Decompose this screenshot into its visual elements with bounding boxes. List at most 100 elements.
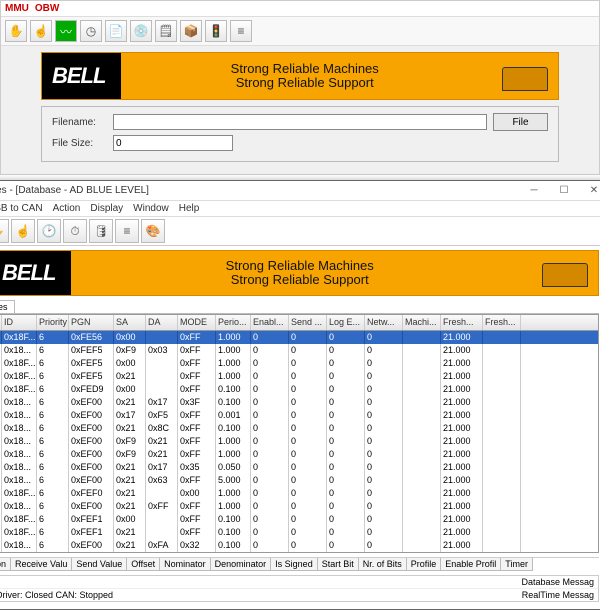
col-id[interactable]: ID [2,315,37,330]
cell-pri: 6 [37,422,69,435]
lower-tab[interactable]: Offset [126,558,160,571]
lower-tab[interactable]: Send Value [71,558,127,571]
maximize-button[interactable]: ☐ [549,181,579,201]
col-send[interactable]: Send ... [289,315,327,330]
table-row[interactable]: 0x18...60xEF000x210x170x3F0.100000021.00… [0,396,598,409]
cell-loge: 0 [327,461,365,474]
cell-pgn: 0xEF00 [69,448,114,461]
menu-display[interactable]: Display [90,203,123,214]
tab-es[interactable]: es [0,300,15,313]
tool-color-icon[interactable]: 🎨 [141,219,165,243]
table-row[interactable]: 0x18...60xEF000x170xF50xFF0.001000021.00… [0,409,598,422]
table-row[interactable]: 0x18...60xEF000x210x8C0xFF0.100000021.00… [0,422,598,435]
tool-point-icon[interactable]: ☝ [30,20,52,42]
table-row[interactable]: 0x18F...60xFED90x000xFF0.100000021.000 [0,383,598,396]
col-priority[interactable]: Priority [37,315,69,330]
cell-pri: 6 [37,357,69,370]
cell-send: 0 [289,435,327,448]
lower-tab[interactable]: Profile [406,558,442,571]
table-row[interactable]: 0x18F...60xFEF10x210xFF0.100000021.000 [0,526,598,539]
filename-input[interactable] [113,114,487,130]
minimize-button[interactable]: ─ [519,181,549,201]
cell-sa: 0x21 [114,474,146,487]
cell-send: 0 [289,539,327,552]
tool-database-icon[interactable]: ≡ [230,20,252,42]
col-mode[interactable]: MODE [178,315,216,330]
lower-tab[interactable]: Start Bit [317,558,359,571]
cell-fresh2 [483,461,521,474]
col-da[interactable]: DA [146,315,178,330]
table-row[interactable]: 0x18...60xEF000xF90x210xFF1.000000021.00… [0,448,598,461]
col-fresh[interactable]: Fresh... [441,315,483,330]
menu-usb-to-can[interactable]: USB to CAN [0,203,43,214]
cell-id: 0x18... [2,500,37,513]
table-row[interactable]: 0x18F...60xFE560x000xFF1.000000021.000 [0,331,598,344]
col-log[interactable]: Log E... [327,315,365,330]
col-enable[interactable]: Enabl... [251,315,289,330]
tool-chart-icon[interactable]: 〰 [55,20,77,42]
table-row[interactable]: 0x18...60xEF000x210x630xFF5.000000021.00… [0,474,598,487]
cell-mode: 0xFF [178,448,216,461]
lower-tab[interactable]: Nominator [159,558,211,571]
cell-mode: 0x32 [178,539,216,552]
table-row[interactable]: 0x18...60xFEF50xF90x030xFF1.000000021.00… [0,344,598,357]
tool-clock-icon[interactable]: 🕑 [37,219,61,243]
lower-tab[interactable]: Is Signed [270,558,318,571]
cell-send: 0 [289,383,327,396]
col-period[interactable]: Perio... [216,315,251,330]
table-row[interactable]: 0x18F...60xFEF50x210xFF1.000000021.000 [0,370,598,383]
lower-tab[interactable]: Enable Profil [440,558,501,571]
lower-tab[interactable]: Nr. of Bits [358,558,407,571]
menu-action[interactable]: Action [53,203,81,214]
tool-list-icon[interactable]: ≡ [115,219,139,243]
tool-gauge-icon[interactable]: ◷ [80,20,102,42]
table-row[interactable]: 0x18F...60xFEF10x000xFF0.100000021.000 [0,513,598,526]
col-machine[interactable]: Machi... [403,315,441,330]
cell-netw: 0 [365,539,403,552]
cell-da: 0x21 [146,448,178,461]
file-button[interactable]: File [493,113,548,131]
data-grid[interactable]: ID Priority PGN SA DA MODE Perio... Enab… [0,314,599,553]
tool-point-icon[interactable]: ☝ [11,219,35,243]
cell-mode: 0xFF [178,409,216,422]
lower-tab[interactable]: Timer [500,558,533,571]
table-row[interactable]: 0x18F...60xFEF50x000xFF1.000000021.000 [0,357,598,370]
tool-hands-icon[interactable]: ✋ [0,219,9,243]
table-row[interactable]: 0x18...60xEF000x210x170x350.050000021.00… [0,461,598,474]
menu-mmu[interactable]: MMU [5,3,29,14]
cell-mode: 0xFF [178,357,216,370]
cell-netw: 0 [365,500,403,513]
tool-database-icon[interactable]: 🛢 [89,219,113,243]
col-network[interactable]: Netw... [365,315,403,330]
close-button[interactable]: ✕ [579,181,600,201]
cell-enabl: 0 [251,448,289,461]
tool-stopwatch-icon[interactable]: ⏱ [63,219,87,243]
tool-edit-icon[interactable]: 🗒 [155,20,177,42]
tool-disc-icon[interactable]: 💿 [130,20,152,42]
cell-send: 0 [289,409,327,422]
cell-fresh2 [483,435,521,448]
filesize-input[interactable] [113,135,233,151]
cell-id: 0x18F... [2,383,37,396]
table-row[interactable]: 0x18...60xEF000x210xFF0xFF1.000000021.00… [0,500,598,513]
filesize-label: File Size: [52,138,107,149]
tool-package-icon[interactable]: 📦 [180,20,202,42]
tool-traffic-icon[interactable]: 🚦 [205,20,227,42]
tool-hands-icon[interactable]: ✋ [5,20,27,42]
col-fresh2[interactable]: Fresh... [483,315,521,330]
menu-help[interactable]: Help [179,203,200,214]
lower-tab[interactable]: Receive Valu [10,558,72,571]
table-row[interactable]: 0x18...60xEF000xF90x210xFF1.000000021.00… [0,435,598,448]
tool-doc-icon[interactable]: 📄 [105,20,127,42]
table-row[interactable]: 0x18...60xEF000x210xFA0x320.100000021.00… [0,539,598,552]
col-pgn[interactable]: PGN [69,315,114,330]
menu-window[interactable]: Window [133,203,169,214]
cell-fresh2 [483,539,521,552]
menu-obw[interactable]: OBW [35,3,59,14]
cell-enabl: 0 [251,513,289,526]
col-sa[interactable]: SA [114,315,146,330]
cell-netw: 0 [365,396,403,409]
table-row[interactable]: 0x18F...60xFEF00x210x001.000000021.000 [0,487,598,500]
lower-tab[interactable]: Denominator [210,558,272,571]
cell-machi [403,539,441,552]
